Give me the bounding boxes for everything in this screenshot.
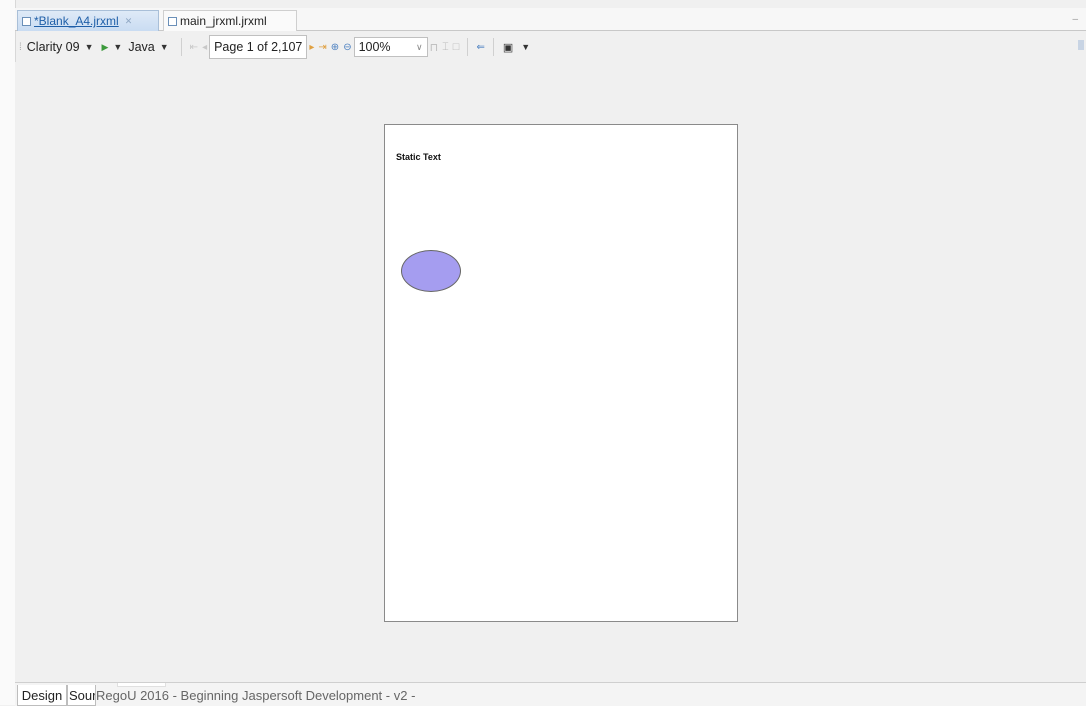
zoom-in-icon[interactable]: ⊕ — [331, 42, 339, 53]
report-page[interactable]: Static Text — [384, 124, 738, 622]
jrxml-file-icon — [168, 16, 177, 26]
caption-bar — [117, 683, 166, 687]
chevron-down-icon: ▼ — [113, 42, 123, 52]
refresh-icon[interactable]: ⇐ — [476, 42, 484, 53]
editor-tab-bar: *Blank_A4.jrxml ✕ main_jrxml.jrxml – — [15, 8, 1086, 31]
close-icon[interactable]: ✕ — [125, 16, 133, 27]
save-icon[interactable]: ▣ — [503, 41, 513, 54]
toolbar-separator — [492, 38, 494, 56]
tab-blank-a4[interactable]: *Blank_A4.jrxml ✕ — [17, 10, 159, 31]
zoom-value: 100% — [358, 40, 391, 54]
chevron-down-icon: ▼ — [159, 42, 169, 52]
toolbar-separator — [180, 38, 182, 56]
run-report-button[interactable]: ▶ ▼ — [100, 36, 129, 58]
last-page-icon[interactable]: ⇥ — [318, 42, 326, 53]
page-indicator[interactable]: Page 1 of 2,107 — [209, 35, 308, 59]
chevron-down-icon: ▼ — [84, 42, 94, 52]
zoom-select[interactable]: 100% ∨ — [353, 37, 428, 57]
preview-toolbar: ⁞ Clarity 09 ▼ ▶ ▼ Java ▼ ⇤ ◂ Page 1 of … — [15, 34, 1086, 60]
fit-width-icon[interactable]: ⌶ — [442, 41, 449, 54]
data-adapter-label: Clarity 09 — [26, 40, 80, 54]
previous-page-icon[interactable]: ◂ — [202, 42, 207, 53]
zoom-out-icon[interactable]: ⊖ — [343, 42, 351, 53]
left-panel-strip — [0, 0, 16, 705]
tab-label: *Blank_A4.jrxml — [34, 14, 119, 28]
tab-main-jrxml[interactable]: main_jrxml.jrxml — [163, 10, 297, 31]
minimize-icon[interactable]: – — [1072, 14, 1078, 25]
next-page-icon[interactable]: ▸ — [309, 42, 314, 53]
static-text-element[interactable]: Static Text — [396, 152, 441, 162]
editor-bottom-tabs: Design Source RegoU 2016 - Beginning Jas… — [15, 682, 1086, 706]
tab-source-label: Source — [69, 687, 95, 703]
jrxml-file-icon — [22, 16, 31, 26]
page-indicator-text: Page 1 of 2,107 — [214, 40, 303, 54]
chevron-down-icon[interactable]: ▼ — [521, 42, 530, 52]
tab-label: main_jrxml.jrxml — [180, 14, 267, 28]
toolbar-grip-icon: ⁞ — [19, 41, 22, 53]
fit-page-icon[interactable]: ⊓ — [430, 41, 439, 54]
tab-design[interactable]: Design — [17, 685, 67, 706]
ellipse-element[interactable] — [401, 250, 461, 292]
language-select[interactable]: Java ▼ — [128, 36, 174, 58]
first-page-icon[interactable]: ⇤ — [190, 42, 198, 53]
video-caption: RegoU 2016 - Beginning Jaspersoft Develo… — [96, 688, 416, 703]
toolbar-separator — [467, 38, 469, 56]
tab-design-label: Design — [21, 687, 63, 703]
play-icon: ▶ — [101, 41, 109, 52]
tab-source[interactable]: Source — [67, 685, 96, 706]
chevron-down-icon: ∨ — [415, 41, 423, 52]
data-adapter-select[interactable]: Clarity 09 ▼ — [27, 36, 100, 58]
side-panel-toggle-icon[interactable] — [1078, 40, 1084, 50]
actual-size-icon[interactable]: □ — [453, 41, 460, 53]
language-label: Java — [128, 40, 155, 54]
